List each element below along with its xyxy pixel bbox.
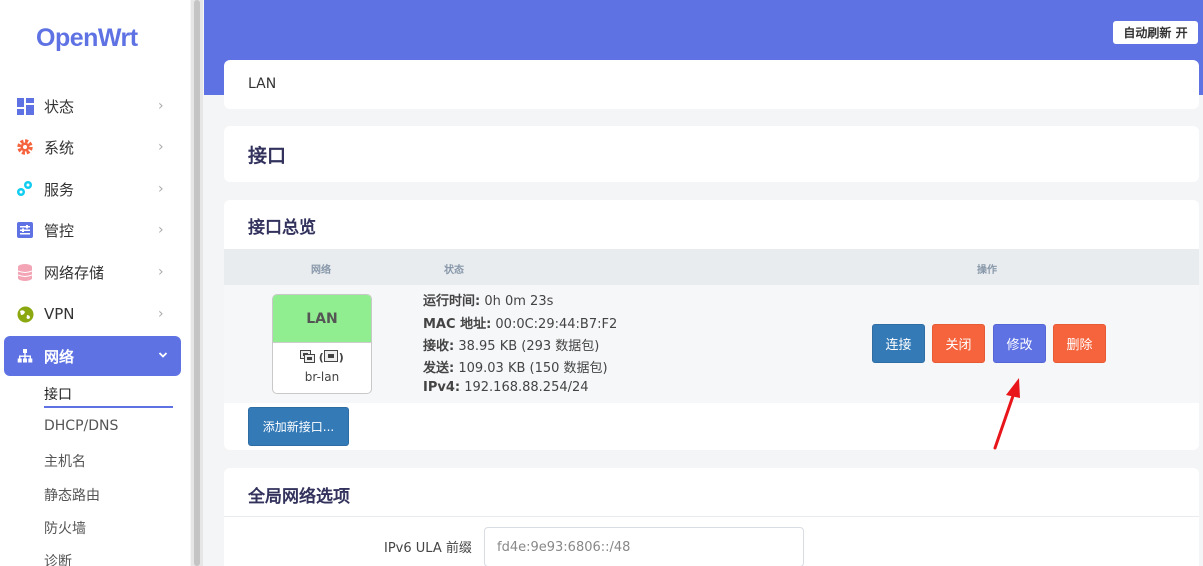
ethernet-port-icon: [323, 350, 339, 364]
sidebar-item-status[interactable]: 状态 ›: [0, 86, 190, 126]
openwrt-logo[interactable]: OpenWrt: [36, 24, 138, 53]
add-interface-button[interactable]: 添加新接口...: [248, 407, 349, 446]
column-header-actions: 操作: [977, 265, 997, 276]
storage-icon: [16, 263, 34, 281]
globe-icon: [16, 305, 34, 323]
sidebar-item-label: 状态: [44, 97, 75, 116]
status-uptime: 运行时间: 0h 0m 23s: [423, 294, 554, 309]
sidebar-subitem-hostnames[interactable]: 主机名: [44, 451, 86, 471]
sidebar-subitem-firewall[interactable]: 防火墙: [44, 518, 86, 538]
sidebar-item-services[interactable]: 服务 ›: [0, 169, 190, 209]
column-header-network: 网络: [311, 265, 331, 276]
bracket-close: ): [338, 351, 344, 364]
sidebar-subitem-dhcp[interactable]: DHCP/DNS: [44, 418, 118, 434]
sidebar-item-vpn[interactable]: VPN ›: [0, 294, 190, 334]
sidebar-item-control[interactable]: 管控 ›: [0, 210, 190, 250]
active-underline: [44, 406, 173, 408]
interface-device-name: br-lan: [304, 370, 340, 384]
sidebar-item-label: 管控: [44, 221, 75, 240]
interface-devices: (): [273, 350, 371, 364]
sidebar-subitem-static-routes[interactable]: 静态路由: [44, 485, 100, 505]
sidebar-item-label: 网络: [44, 347, 75, 366]
auto-refresh-toggle[interactable]: 自动刷新 开: [1113, 21, 1198, 44]
sidebar-item-storage[interactable]: 网络存储 ›: [0, 252, 190, 292]
page-title: 接口: [248, 145, 287, 167]
chevron-right-icon: ›: [158, 264, 164, 280]
sidebar-item-label: VPN: [44, 305, 75, 323]
sidebar: OpenWrt 状态 › 系统 › 服务 › 管控 › 网络存储 › VPN ›…: [0, 0, 190, 566]
sidebar-item-network[interactable]: 网络: [4, 336, 181, 376]
sidebar-item-label: 网络存储: [44, 263, 105, 282]
stop-button[interactable]: 关闭: [932, 324, 985, 363]
breadcrumb: LAN: [224, 60, 1199, 109]
delete-button[interactable]: 删除: [1053, 324, 1106, 363]
page-header: 接口: [224, 126, 1199, 182]
section-title: 全局网络选项: [248, 487, 350, 507]
gear-icon: [16, 138, 34, 156]
dashboard-icon: [16, 97, 34, 115]
sidebar-item-system[interactable]: 系统 ›: [0, 127, 190, 167]
column-header-status: 状态: [444, 265, 464, 276]
interface-name: LAN: [273, 295, 371, 343]
connect-button[interactable]: 连接: [872, 324, 925, 363]
breadcrumb-item: LAN: [248, 76, 277, 92]
global-network-options: 全局网络选项 IPv6 ULA 前缀: [224, 468, 1199, 566]
status-tx: 发送: 109.03 KB (150 数据包): [423, 361, 608, 376]
section-title: 接口总览: [248, 218, 316, 238]
status-ipv4: IPv4: 192.168.88.254/24: [423, 380, 589, 395]
chevron-right-icon: ›: [158, 306, 164, 322]
edit-button[interactable]: 修改: [993, 324, 1046, 363]
status-rx: 接收: 38.95 KB (293 数据包): [423, 339, 600, 354]
chevron-right-icon: ›: [158, 222, 164, 238]
interface-badge: LAN () br-lan: [272, 294, 372, 394]
sidebar-item-label: 系统: [44, 138, 75, 157]
sliders-icon: [16, 221, 34, 239]
services-icon: [16, 180, 34, 198]
ula-prefix-label: IPv6 ULA 前缀: [384, 541, 472, 556]
sidebar-scrollbar-thumb[interactable]: [194, 0, 200, 566]
ula-prefix-input[interactable]: [484, 527, 804, 566]
divider: [224, 516, 1199, 517]
chevron-right-icon: ›: [158, 139, 164, 155]
sidebar-subitem-interfaces[interactable]: 接口: [44, 384, 72, 404]
ethernet-port-icon: [300, 350, 319, 364]
chevron-down-icon: [158, 348, 168, 364]
network-icon: [16, 347, 34, 365]
status-mac: MAC 地址: 00:0C:29:44:B7:F2: [423, 317, 618, 332]
table-header: 网络 状态 操作: [224, 249, 1199, 285]
sidebar-item-label: 服务: [44, 180, 75, 199]
chevron-right-icon: ›: [158, 98, 164, 114]
chevron-right-icon: ›: [158, 181, 164, 197]
sidebar-subitem-diagnostics[interactable]: 诊断: [44, 551, 72, 566]
interface-overview: 接口总览 网络 状态 操作 LAN () br-lan 运行时间: 0h 0m …: [224, 200, 1199, 450]
